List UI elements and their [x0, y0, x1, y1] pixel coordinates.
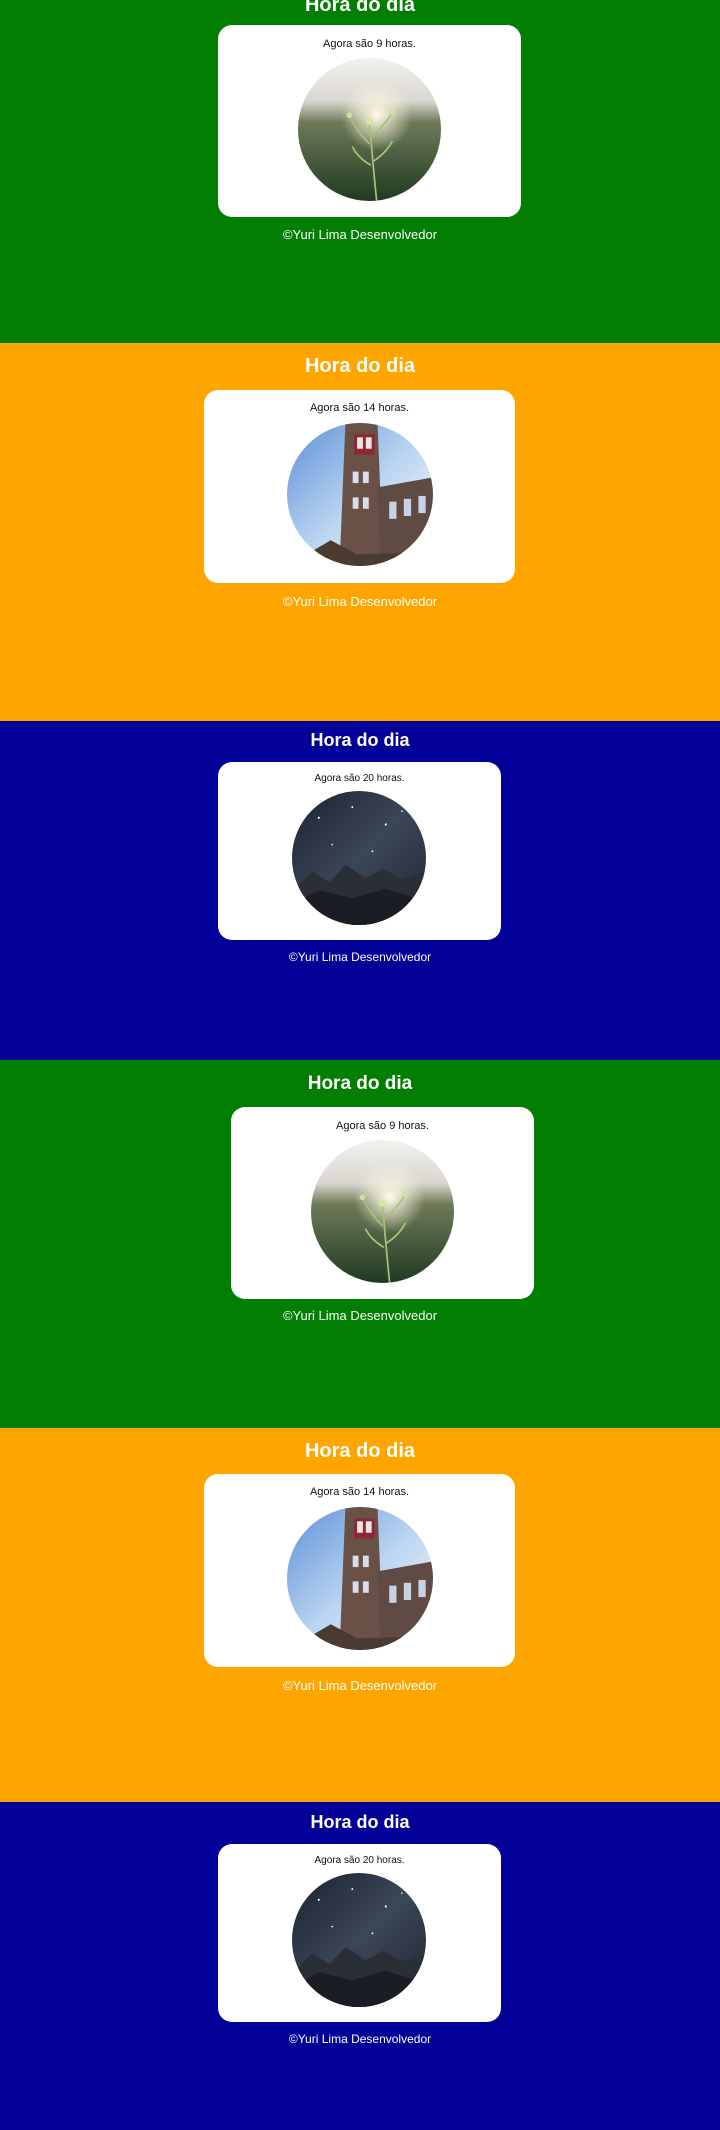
time-card: Agora são 20 horas. — [218, 1844, 501, 2022]
time-message: Agora são 20 horas. — [314, 1855, 405, 1866]
night-sky-mountains-photo — [292, 1873, 426, 2007]
page-title: Hora do dia — [310, 1812, 410, 1832]
footer-credit: ©Yuri Lima Desenvolvedor — [288, 2032, 432, 2046]
page-title: Hora do dia — [304, 1440, 415, 1462]
time-card: Agora são 14 horas. — [204, 390, 515, 583]
footer-credit: ©Yuri Lima Desenvolvedor — [282, 594, 438, 609]
page-title: Hora do dia — [304, 0, 415, 16]
time-card: Agora são 20 horas. — [218, 762, 501, 940]
day-section-night: Hora do dia Agora são 20 horas. ©Yuri Li… — [0, 721, 720, 1060]
clock-tower-photo — [287, 423, 433, 566]
night-sky-mountains-photo — [292, 791, 426, 925]
time-message: Agora são 14 horas. — [309, 1486, 410, 1498]
footer-credit: ©Yuri Lima Desenvolvedor — [288, 950, 432, 964]
time-message: Agora são 14 horas. — [309, 402, 410, 414]
sunrise-plant-photo — [311, 1140, 454, 1283]
footer-credit: ©Yuri Lima Desenvolvedor — [282, 1678, 438, 1693]
time-card: Agora são 9 horas. — [218, 25, 521, 217]
footer-credit: ©Yuri Lima Desenvolvedor — [282, 227, 438, 242]
day-section-night: Hora do dia Agora são 20 horas. ©Yuri Li… — [0, 1802, 720, 2130]
clock-tower-photo — [287, 1507, 433, 1650]
page-title: Hora do dia — [304, 355, 415, 377]
time-message: Agora são 9 horas. — [336, 1120, 429, 1132]
day-section-afternoon: Hora do dia Agora são 14 horas. ©Yuri Li… — [0, 1428, 720, 1802]
sunrise-plant-photo — [298, 58, 441, 201]
footer-credit: ©Yuri Lima Desenvolvedor — [282, 1308, 438, 1323]
day-section-morning: Hora do dia Agora são 9 horas. ©Yuri Lim… — [0, 1060, 720, 1428]
day-section-morning: Hora do dia Agora são 9 horas. ©Yuri Lim… — [0, 0, 720, 343]
time-message: Agora são 20 horas. — [314, 773, 405, 784]
time-card: Agora são 9 horas. — [231, 1107, 534, 1299]
page-title: Hora do dia — [310, 730, 410, 750]
time-message: Agora são 9 horas. — [323, 38, 416, 50]
time-card: Agora são 14 horas. — [204, 1474, 515, 1667]
day-section-afternoon: Hora do dia Agora são 14 horas. ©Yuri Li… — [0, 343, 720, 721]
page-title: Hora do dia — [307, 1073, 413, 1094]
